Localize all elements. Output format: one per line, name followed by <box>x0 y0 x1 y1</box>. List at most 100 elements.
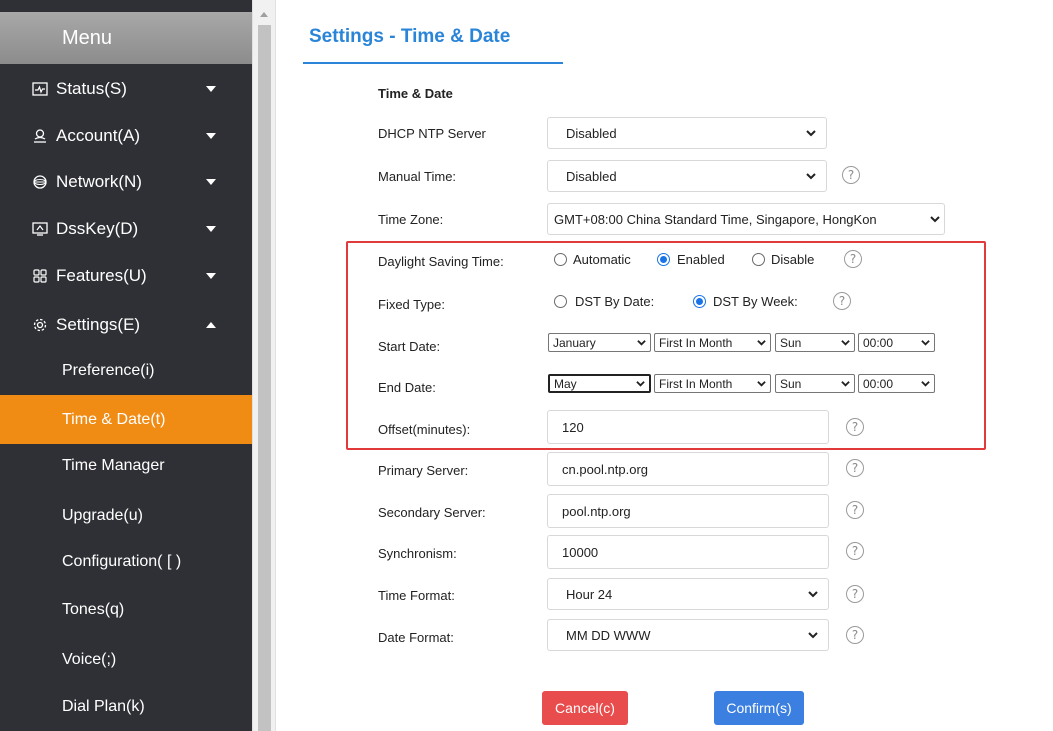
help-icon[interactable]: ? <box>846 585 864 603</box>
sidebar-item-time-date[interactable]: Time & Date(t) <box>0 395 252 444</box>
help-icon[interactable]: ? <box>846 418 864 436</box>
synchronism-label: Synchronism: <box>378 546 457 561</box>
dhcp-ntp-select[interactable]: Disabled <box>547 117 827 149</box>
dst-enabled-radio[interactable] <box>657 253 670 266</box>
sidebar-item-upgrade[interactable]: Upgrade(u) <box>0 491 252 540</box>
chevron-down-icon <box>757 340 766 346</box>
fixed-type-label: Fixed Type: <box>378 297 445 312</box>
help-icon[interactable]: ? <box>846 459 864 477</box>
chevron-up-icon <box>206 321 216 328</box>
end-date-label: End Date: <box>378 380 436 395</box>
dst-by-date-label: DST By Date: <box>575 294 655 309</box>
help-icon[interactable]: ? <box>844 250 862 268</box>
secondary-server-input[interactable]: pool.ntp.org <box>547 494 829 528</box>
chevron-down-icon <box>841 381 850 387</box>
date-format-select[interactable]: MM DD WWW <box>547 619 829 651</box>
nav-settings[interactable]: Settings(E) <box>0 300 252 349</box>
chevron-down-icon <box>921 340 930 346</box>
start-week-value: First In Month <box>659 335 733 350</box>
nav-features-label: Features(U) <box>56 265 147 285</box>
chevron-down-icon <box>806 130 816 137</box>
dsskey-icon <box>32 221 48 237</box>
help-icon[interactable]: ? <box>842 166 860 184</box>
dst-disable-label: Disable <box>771 252 815 267</box>
end-time-select[interactable]: 00:00 <box>858 374 935 393</box>
menu-header: Menu <box>0 12 252 64</box>
help-icon[interactable]: ? <box>846 626 864 644</box>
nav-account[interactable]: Account(A) <box>0 111 252 160</box>
start-day-value: Sun <box>780 335 802 350</box>
nav-network-label: Network(N) <box>56 171 142 191</box>
manual-time-value: Disabled <box>566 168 617 184</box>
end-month-select[interactable]: May <box>548 374 651 393</box>
start-day-select[interactable]: Sun <box>775 333 855 352</box>
nav-dsskey[interactable]: DssKey(D) <box>0 204 252 253</box>
start-month-value: January <box>553 335 596 350</box>
start-month-select[interactable]: January <box>548 333 651 352</box>
chevron-down-icon <box>206 225 216 232</box>
end-time-value: 00:00 <box>863 376 894 391</box>
manual-time-select[interactable]: Disabled <box>547 160 827 192</box>
sidebar-item-voice[interactable]: Voice(;) <box>0 635 252 684</box>
date-format-label: Date Format: <box>378 630 454 645</box>
start-time-value: 00:00 <box>863 335 894 350</box>
chevron-down-icon <box>808 591 818 598</box>
end-week-select[interactable]: First In Month <box>654 374 771 393</box>
offset-label: Offset(minutes): <box>378 422 471 437</box>
scrollbar-thumb[interactable] <box>258 25 271 731</box>
chevron-down-icon <box>206 178 216 185</box>
nav-account-label: Account(A) <box>56 125 141 145</box>
chevron-down-icon <box>930 216 940 223</box>
time-zone-value: GMT+08:00 China Standard Time, Singapore… <box>554 211 877 227</box>
offset-input[interactable]: 120 <box>547 410 829 444</box>
start-week-select[interactable]: First In Month <box>654 333 771 352</box>
dst-by-week-label: DST By Week: <box>713 294 798 309</box>
primary-server-input[interactable]: cn.pool.ntp.org <box>547 452 829 486</box>
end-day-select[interactable]: Sun <box>775 374 855 393</box>
account-icon <box>32 128 48 144</box>
synchronism-input[interactable]: 10000 <box>547 535 829 569</box>
help-icon[interactable]: ? <box>846 542 864 560</box>
page-title: Settings - Time & Date <box>309 26 511 47</box>
end-week-value: First In Month <box>659 376 733 391</box>
dst-label: Daylight Saving Time: <box>378 254 504 269</box>
confirm-button[interactable]: Confirm(s) <box>714 691 804 725</box>
nav-status[interactable]: Status(S) <box>0 64 252 113</box>
sidebar-item-time-manager[interactable]: Time Manager <box>0 441 252 490</box>
help-icon[interactable]: ? <box>846 501 864 519</box>
dhcp-ntp-label: DHCP NTP Server <box>378 126 486 141</box>
cancel-button[interactable]: Cancel(c) <box>542 691 628 725</box>
secondary-server-label: Secondary Server: <box>378 505 486 520</box>
time-format-label: Time Format: <box>378 588 455 603</box>
dst-disable-radio[interactable] <box>752 253 765 266</box>
scroll-up-arrow-icon[interactable] <box>260 12 268 17</box>
end-day-value: Sun <box>780 376 802 391</box>
time-format-select[interactable]: Hour 24 <box>547 578 829 610</box>
sidebar-scrollbar[interactable] <box>252 0 276 731</box>
section-title: Time & Date <box>378 86 453 101</box>
sidebar: Menu Status(S) Account(A) Network(N) Dss… <box>0 0 252 731</box>
sidebar-item-tones[interactable]: Tones(q) <box>0 585 252 634</box>
nav-settings-label: Settings(E) <box>56 314 141 334</box>
help-icon[interactable]: ? <box>833 292 851 310</box>
sidebar-item-configuration[interactable]: Configuration( [ ) <box>0 537 252 586</box>
time-zone-label: Time Zone: <box>378 212 444 227</box>
nav-network[interactable]: Network(N) <box>0 157 252 206</box>
dst-by-date-radio[interactable] <box>554 295 567 308</box>
dst-automatic-radio[interactable] <box>554 253 567 266</box>
settings-icon <box>32 317 48 333</box>
status-icon <box>32 81 48 97</box>
chevron-down-icon <box>757 381 766 387</box>
chevron-down-icon <box>808 632 818 639</box>
start-time-select[interactable]: 00:00 <box>858 333 935 352</box>
chevron-down-icon <box>636 381 645 387</box>
chevron-down-icon <box>637 340 646 346</box>
dst-by-week-radio[interactable] <box>693 295 706 308</box>
time-zone-select[interactable]: GMT+08:00 China Standard Time, Singapore… <box>547 203 945 235</box>
primary-server-label: Primary Server: <box>378 463 469 478</box>
title-underline <box>303 62 563 64</box>
nav-dsskey-label: DssKey(D) <box>56 218 139 238</box>
sidebar-item-preference[interactable]: Preference(i) <box>0 346 252 395</box>
nav-features[interactable]: Features(U) <box>0 251 252 300</box>
sidebar-item-dial-plan[interactable]: Dial Plan(k) <box>0 682 252 731</box>
